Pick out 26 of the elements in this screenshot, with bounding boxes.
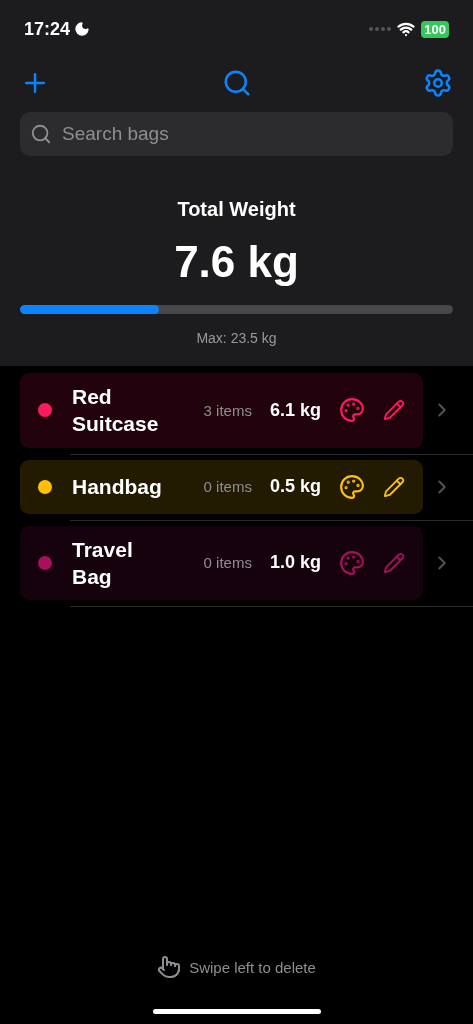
bag-weight: 0.5 kg bbox=[269, 476, 321, 498]
search-icon bbox=[30, 123, 52, 145]
item-count: 3 items bbox=[203, 401, 252, 419]
swipe-hint: Swipe left to delete bbox=[189, 958, 316, 976]
item-count: 0 items bbox=[203, 478, 252, 496]
palette-icon[interactable] bbox=[339, 397, 365, 424]
max-weight-label: Max: 23.5 kg bbox=[195, 330, 278, 346]
wifi-icon bbox=[397, 20, 416, 38]
bag-name: Red Suitcase bbox=[72, 384, 160, 438]
status-time: 17:24 bbox=[24, 18, 71, 40]
signal-icon bbox=[369, 27, 392, 31]
bag-name: Travel Bag bbox=[72, 536, 134, 590]
settings-button[interactable] bbox=[423, 68, 453, 98]
moon-icon bbox=[74, 21, 91, 37]
hand-icon bbox=[157, 955, 182, 979]
total-weight-title: Total Weight bbox=[176, 198, 297, 221]
bag-card[interactable]: Red Suitcase 3 items 6.1 kg bbox=[20, 373, 423, 448]
search-field[interactable]: Search bags bbox=[20, 112, 453, 156]
pencil-icon[interactable] bbox=[383, 399, 405, 422]
search-field[interactable]: Search bags bbox=[60, 122, 443, 146]
bag-name: Handbag bbox=[72, 473, 163, 500]
bag-weight: 1.0 kg bbox=[269, 552, 321, 574]
total-weight-value: 7.6 kg bbox=[173, 237, 300, 287]
item-count: 0 items bbox=[203, 554, 252, 572]
battery-icon: 100 bbox=[421, 20, 449, 38]
bag-weight: 6.1 kg bbox=[269, 399, 321, 421]
